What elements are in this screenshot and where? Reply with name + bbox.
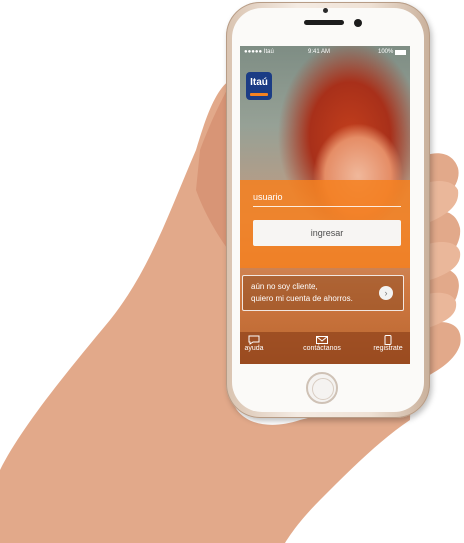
tab-contactanos[interactable]: contáctanos (296, 332, 348, 364)
envelope-icon (316, 336, 328, 344)
proximity-sensor (354, 19, 362, 27)
chevron-right-icon[interactable]: › (379, 286, 393, 300)
status-bar: ●●●●● Itaú 9:41 AM 100% (240, 46, 410, 60)
carrier-label: ●●●●● Itaú (244, 49, 274, 55)
earpiece-speaker (304, 20, 344, 25)
home-button[interactable] (306, 372, 338, 404)
tab-label-ayuda: ayuda (244, 345, 264, 352)
tab-registrate[interactable]: registrate (368, 332, 408, 364)
open-account-banner[interactable]: aún no soy cliente, quiero mi cuenta de … (242, 275, 404, 311)
itau-logo: Itaú (246, 72, 272, 100)
promo-line-1: aún no soy cliente, (251, 282, 318, 291)
status-time: 9:41 AM (308, 49, 331, 55)
bottom-tabbar: ayuda contáctanos registrate (240, 332, 410, 364)
tab-label-registrate: registrate (373, 345, 403, 352)
front-camera (323, 8, 328, 13)
battery-icon (395, 50, 406, 55)
username-input[interactable] (253, 188, 401, 207)
login-button[interactable]: ingresar (253, 220, 401, 246)
battery-percent: 100% (378, 49, 394, 55)
app-screen: ●●●●● Itaú 9:41 AM 100% Itaú ingresar aú… (240, 46, 410, 364)
promo-line-2: quiero mi cuenta de ahorros. (251, 294, 353, 303)
phone-icon (384, 335, 392, 345)
tab-ayuda[interactable]: ayuda (240, 332, 268, 364)
chat-bubble-icon (248, 335, 260, 345)
tab-label-contactanos: contáctanos (303, 345, 341, 352)
